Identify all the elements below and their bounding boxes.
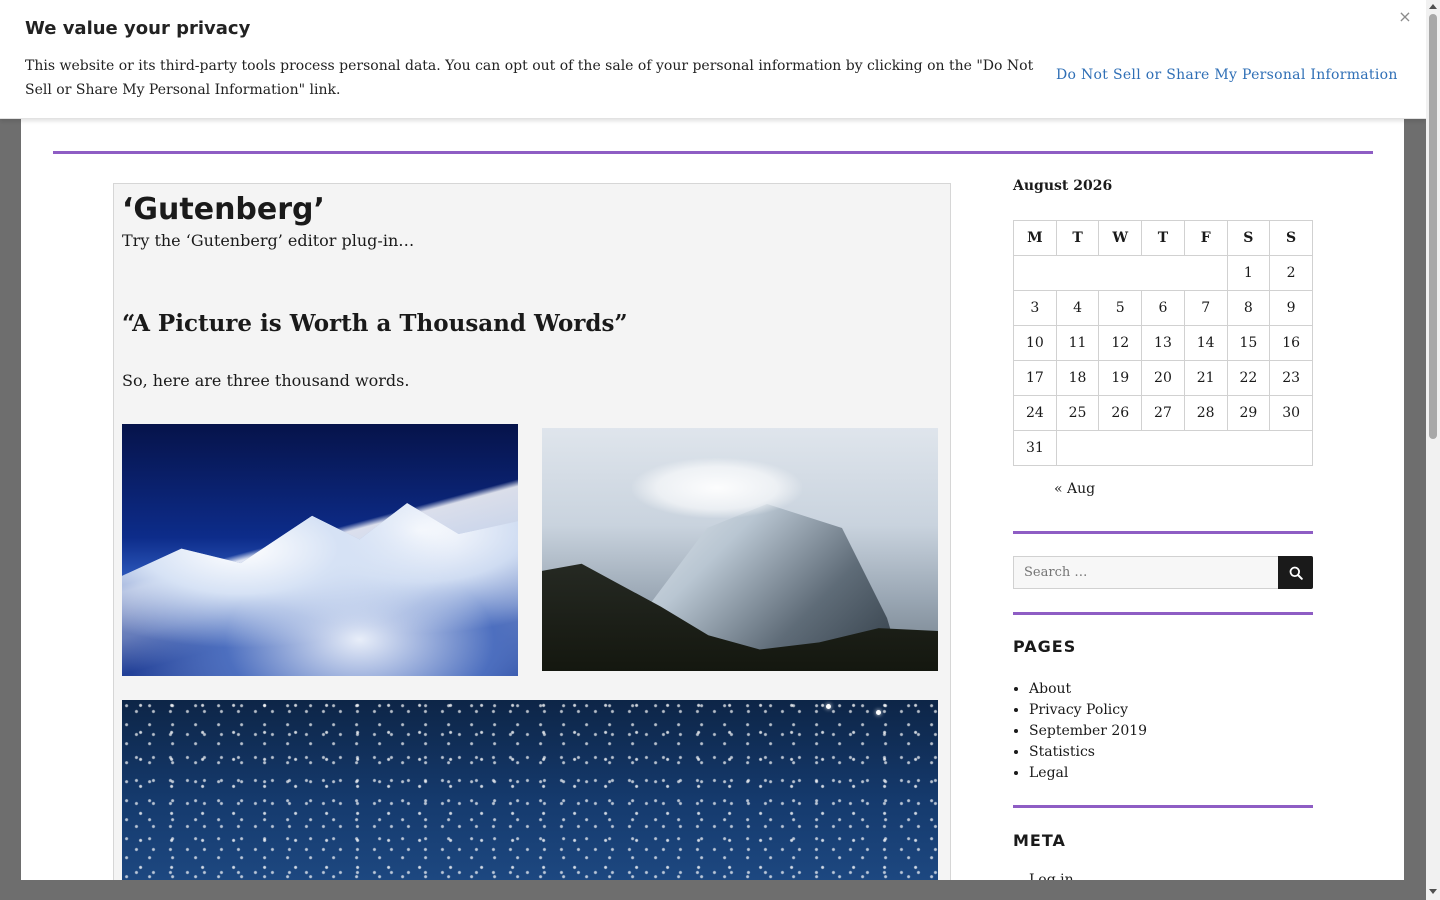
calendar-prev-link[interactable]: « Aug bbox=[1054, 481, 1095, 497]
search-input[interactable] bbox=[1013, 556, 1279, 589]
calendar-day: 17 bbox=[1013, 360, 1057, 396]
calendar-weekday: S bbox=[1226, 220, 1271, 256]
calendar-week: 17 18 19 20 21 22 23 bbox=[1013, 360, 1313, 396]
calendar-day: 14 bbox=[1183, 325, 1228, 361]
calendar-week: 10 11 12 13 14 15 16 bbox=[1013, 325, 1313, 361]
calendar-day: 24 bbox=[1013, 395, 1057, 431]
post-subtitle: Try the ‘Gutenberg’ editor plug-in… bbox=[122, 231, 415, 250]
calendar-day: 25 bbox=[1055, 395, 1100, 431]
post-heading: “A Picture is Worth a Thousand Words” bbox=[122, 310, 628, 337]
calendar-day: 18 bbox=[1055, 360, 1100, 396]
post-article: ‘Gutenberg’ Try the ‘Gutenberg’ editor p… bbox=[113, 183, 951, 880]
search-button[interactable] bbox=[1278, 556, 1313, 589]
calendar-day: 6 bbox=[1141, 290, 1185, 326]
pages-list-item[interactable]: Legal bbox=[1029, 763, 1147, 784]
widget-divider bbox=[1013, 612, 1313, 615]
meta-login-link[interactable]: Log in bbox=[1029, 872, 1074, 880]
calendar-day: 1 bbox=[1226, 255, 1271, 291]
bright-star bbox=[876, 710, 881, 715]
calendar-weekdays: MTWTFSS bbox=[1013, 220, 1313, 256]
calendar-day: 5 bbox=[1098, 290, 1143, 326]
scroll-up-arrow[interactable] bbox=[1429, 4, 1437, 9]
calendar-day: 9 bbox=[1269, 290, 1313, 326]
pages-widget-title: PAGES bbox=[1013, 637, 1077, 656]
pages-list-item[interactable]: About bbox=[1029, 679, 1147, 700]
privacy-text: This website or its third-party tools pr… bbox=[25, 58, 1034, 98]
calendar-week: 24 25 26 27 28 29 30 bbox=[1013, 395, 1313, 431]
cloud bbox=[632, 458, 802, 518]
calendar-caption: August 2026 bbox=[1013, 178, 1113, 194]
widget-divider bbox=[1013, 805, 1313, 808]
calendar-week: 12 bbox=[1013, 255, 1313, 291]
calendar-day: 31 bbox=[1013, 430, 1057, 466]
scroll-thumb[interactable] bbox=[1429, 14, 1437, 439]
snow-ridge bbox=[122, 503, 518, 676]
do-not-sell-link[interactable]: Do Not Sell or Share My Personal Informa… bbox=[1056, 67, 1398, 83]
bright-star bbox=[826, 704, 831, 709]
cloudy-peak-image bbox=[542, 428, 938, 671]
calendar-day: 15 bbox=[1226, 325, 1271, 361]
post-paragraph: So, here are three thousand words. bbox=[122, 371, 410, 390]
calendar-day: 11 bbox=[1055, 325, 1100, 361]
calendar-day: 13 bbox=[1141, 325, 1185, 361]
calendar-day: 10 bbox=[1013, 325, 1057, 361]
starry-sky-image bbox=[122, 700, 938, 880]
calendar-week: 31 bbox=[1013, 430, 1314, 466]
snowy-mountains-image bbox=[122, 424, 518, 676]
calendar-pad bbox=[1013, 255, 1228, 291]
privacy-title: We value your privacy bbox=[25, 18, 251, 39]
close-icon[interactable]: × bbox=[1396, 8, 1414, 26]
calendar-day: 4 bbox=[1055, 290, 1100, 326]
meta-widget-title: META bbox=[1013, 831, 1066, 850]
pages-list-item[interactable]: Statistics bbox=[1029, 742, 1147, 763]
calendar-weekday: T bbox=[1141, 220, 1185, 256]
pages-list-item[interactable]: September 2019 bbox=[1029, 721, 1147, 742]
calendar-day: 19 bbox=[1098, 360, 1143, 396]
pages-list: AboutPrivacy PolicySeptember 2019Statist… bbox=[1013, 679, 1147, 784]
calendar-day: 26 bbox=[1098, 395, 1143, 431]
privacy-banner: We value your privacy This website or it… bbox=[0, 0, 1426, 119]
calendar-day: 2 bbox=[1269, 255, 1313, 291]
calendar-day: 28 bbox=[1183, 395, 1228, 431]
scroll-down-arrow[interactable] bbox=[1429, 889, 1437, 894]
calendar-weekday: F bbox=[1183, 220, 1228, 256]
calendar-day: 16 bbox=[1269, 325, 1313, 361]
calendar-weekday: S bbox=[1269, 220, 1313, 256]
calendar-day: 8 bbox=[1226, 290, 1271, 326]
calendar-day: 22 bbox=[1226, 360, 1271, 396]
calendar-body: 1 2 3 4 5 6 7 8 9 10 11 12 13 14 15 16 17 18 19 20 21 22 23 24 2… bbox=[1013, 255, 1314, 466]
calendar-pad bbox=[1055, 430, 1314, 466]
page-frame: ‘Gutenberg’ Try the ‘Gutenberg’ editor p… bbox=[21, 0, 1404, 880]
calendar-day: 21 bbox=[1183, 360, 1228, 396]
post-title[interactable]: ‘Gutenberg’ bbox=[122, 192, 325, 227]
header-divider bbox=[53, 151, 1373, 154]
calendar-day: 23 bbox=[1269, 360, 1313, 396]
calendar-day: 29 bbox=[1226, 395, 1271, 431]
scrollbar[interactable] bbox=[1426, 0, 1440, 900]
calendar-day: 3 bbox=[1013, 290, 1057, 326]
calendar-day: 30 bbox=[1269, 395, 1313, 431]
calendar-weekday: W bbox=[1098, 220, 1143, 256]
calendar-table: MTWTFSS 1 2 3 4 5 6 7 8 9 10 11 12 13 14 15 16 17 18 19 20 2… bbox=[1013, 220, 1314, 466]
pages-list-item[interactable]: Privacy Policy bbox=[1029, 700, 1147, 721]
calendar-week: 3456789 bbox=[1013, 290, 1313, 326]
calendar-weekday: M bbox=[1013, 220, 1057, 256]
calendar-day: 20 bbox=[1141, 360, 1185, 396]
widget-divider bbox=[1013, 531, 1313, 534]
calendar-day: 12 bbox=[1098, 325, 1143, 361]
calendar-day: 7 bbox=[1183, 290, 1228, 326]
calendar-day: 27 bbox=[1141, 395, 1185, 431]
calendar-weekday: T bbox=[1055, 220, 1100, 256]
search-icon bbox=[1289, 566, 1303, 580]
